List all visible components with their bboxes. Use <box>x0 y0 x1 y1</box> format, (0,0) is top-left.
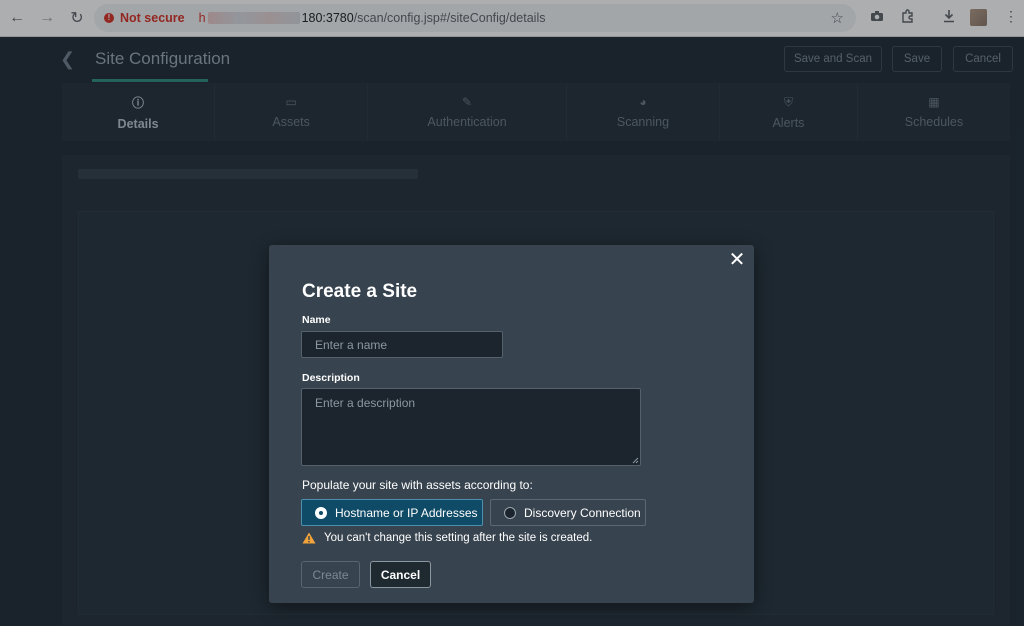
radio-unselected-icon <box>504 506 516 519</box>
name-input[interactable] <box>301 331 503 358</box>
cancel-button[interactable]: Cancel <box>370 561 431 588</box>
description-label: Description <box>302 372 360 384</box>
option-discovery-connection[interactable]: Discovery Connection <box>490 499 646 526</box>
option-hostname-ip[interactable]: Hostname or IP Addresses <box>301 499 483 526</box>
populate-instructions: Populate your site with assets according… <box>302 478 533 492</box>
option-label: Hostname or IP Addresses <box>335 505 478 520</box>
close-icon[interactable]: ✕ <box>726 249 748 271</box>
description-input[interactable] <box>301 388 641 466</box>
create-site-dialog: ✕ Create a Site Name Description Populat… <box>269 245 754 603</box>
warning-triangle-icon <box>302 532 316 544</box>
dialog-title: Create a Site <box>302 281 418 302</box>
create-button[interactable]: Create <box>301 561 360 588</box>
name-label: Name <box>302 314 331 326</box>
warning-message: You can't change this setting after the … <box>302 532 592 544</box>
option-label: Discovery Connection <box>524 505 641 520</box>
resize-grip-icon[interactable] <box>632 457 639 464</box>
warning-text: You can't change this setting after the … <box>324 532 593 544</box>
radio-selected-icon <box>315 506 327 519</box>
